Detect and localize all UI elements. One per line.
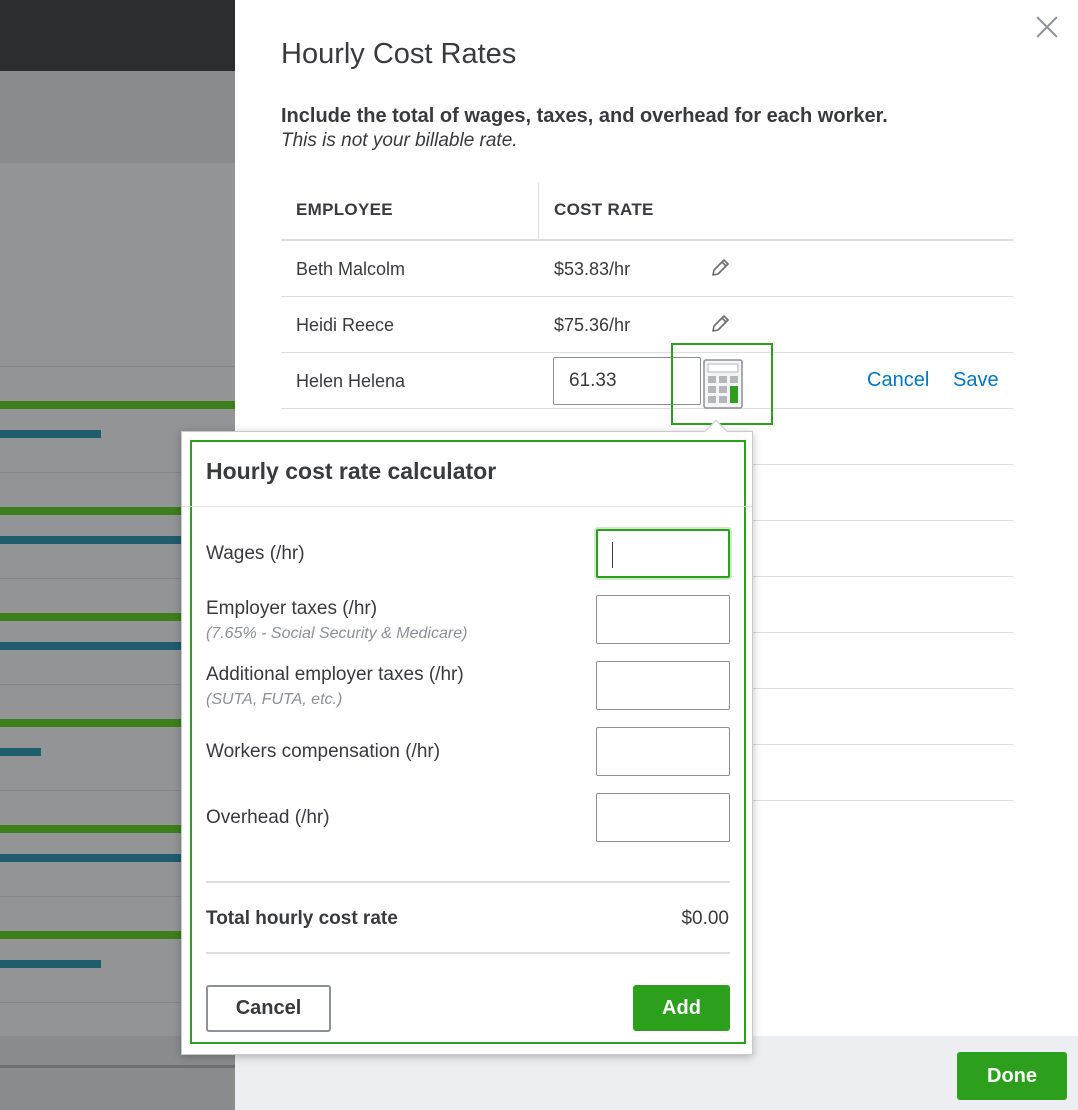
total-value: $0.00 <box>681 908 729 929</box>
background-header-band <box>0 71 235 163</box>
wages-input[interactable] <box>596 529 730 578</box>
additional-taxes-hint: (SUTA, FUTA, etc.) <box>206 691 343 708</box>
column-cost-rate: COST RATE <box>554 200 654 219</box>
workers-comp-label: Workers compensation (/hr) <box>206 741 441 762</box>
row-save-link[interactable]: Save <box>953 369 999 392</box>
panel-note: This is not your billable rate. <box>281 130 518 151</box>
employee-name: Beth Malcolm <box>296 259 406 279</box>
done-button[interactable]: Done <box>957 1052 1067 1100</box>
panel-instructions: Include the total of wages, taxes, and o… <box>281 105 888 127</box>
bg-bar <box>0 430 101 438</box>
bg-bar <box>0 748 41 756</box>
employee-name: Heidi Reece <box>296 315 395 335</box>
bg-bar <box>0 401 235 409</box>
employer-taxes-label: Employer taxes (/hr) <box>206 598 378 619</box>
bg-bar <box>0 960 101 968</box>
table-row-editing: Helen Helena Cancel Save <box>281 343 1013 425</box>
total-label: Total hourly cost rate <box>206 908 398 929</box>
additional-taxes-input[interactable] <box>596 661 730 710</box>
cost-rate: $53.83/hr <box>554 259 631 279</box>
table-header: EMPLOYEE COST RATE <box>281 183 1013 241</box>
calculator-cancel-button[interactable]: Cancel <box>206 985 331 1032</box>
text-cursor <box>612 542 613 568</box>
background-footer-line <box>0 1065 235 1068</box>
calculator-title-divider <box>182 506 752 507</box>
pencil-icon[interactable] <box>709 313 731 335</box>
table-row: Heidi Reece $75.36/hr <box>281 297 1013 353</box>
employer-taxes-input[interactable] <box>596 595 730 644</box>
wages-label: Wages (/hr) <box>206 543 305 564</box>
total-divider-bottom <box>206 952 730 954</box>
table-row: Beth Malcolm $53.83/hr <box>281 241 1013 297</box>
overhead-input[interactable] <box>596 793 730 842</box>
calculator-title: Hourly cost rate calculator <box>206 458 497 484</box>
pencil-icon[interactable] <box>709 257 731 279</box>
workers-comp-input[interactable] <box>596 727 730 776</box>
employee-name: Helen Helena <box>296 371 406 391</box>
overhead-label: Overhead (/hr) <box>206 807 330 828</box>
total-divider-top <box>206 881 730 883</box>
panel-title: Hourly Cost Rates <box>281 38 517 70</box>
cost-rate: $75.36/hr <box>554 315 631 335</box>
row-cancel-link[interactable]: Cancel <box>867 369 929 392</box>
additional-taxes-label: Additional employer taxes (/hr) <box>206 664 464 685</box>
cost-rate-calculator-popover: Hourly cost rate calculator Wages (/hr) … <box>181 419 753 1055</box>
background-topbar <box>0 0 235 71</box>
calculator-icon <box>703 359 743 409</box>
employer-taxes-hint: (7.65% - Social Security & Medicare) <box>206 625 468 642</box>
column-employee: EMPLOYEE <box>296 200 393 219</box>
calculator-add-button[interactable]: Add <box>633 985 730 1031</box>
close-icon[interactable] <box>1034 14 1060 40</box>
column-separator <box>538 183 539 241</box>
bg-divider <box>0 366 235 367</box>
